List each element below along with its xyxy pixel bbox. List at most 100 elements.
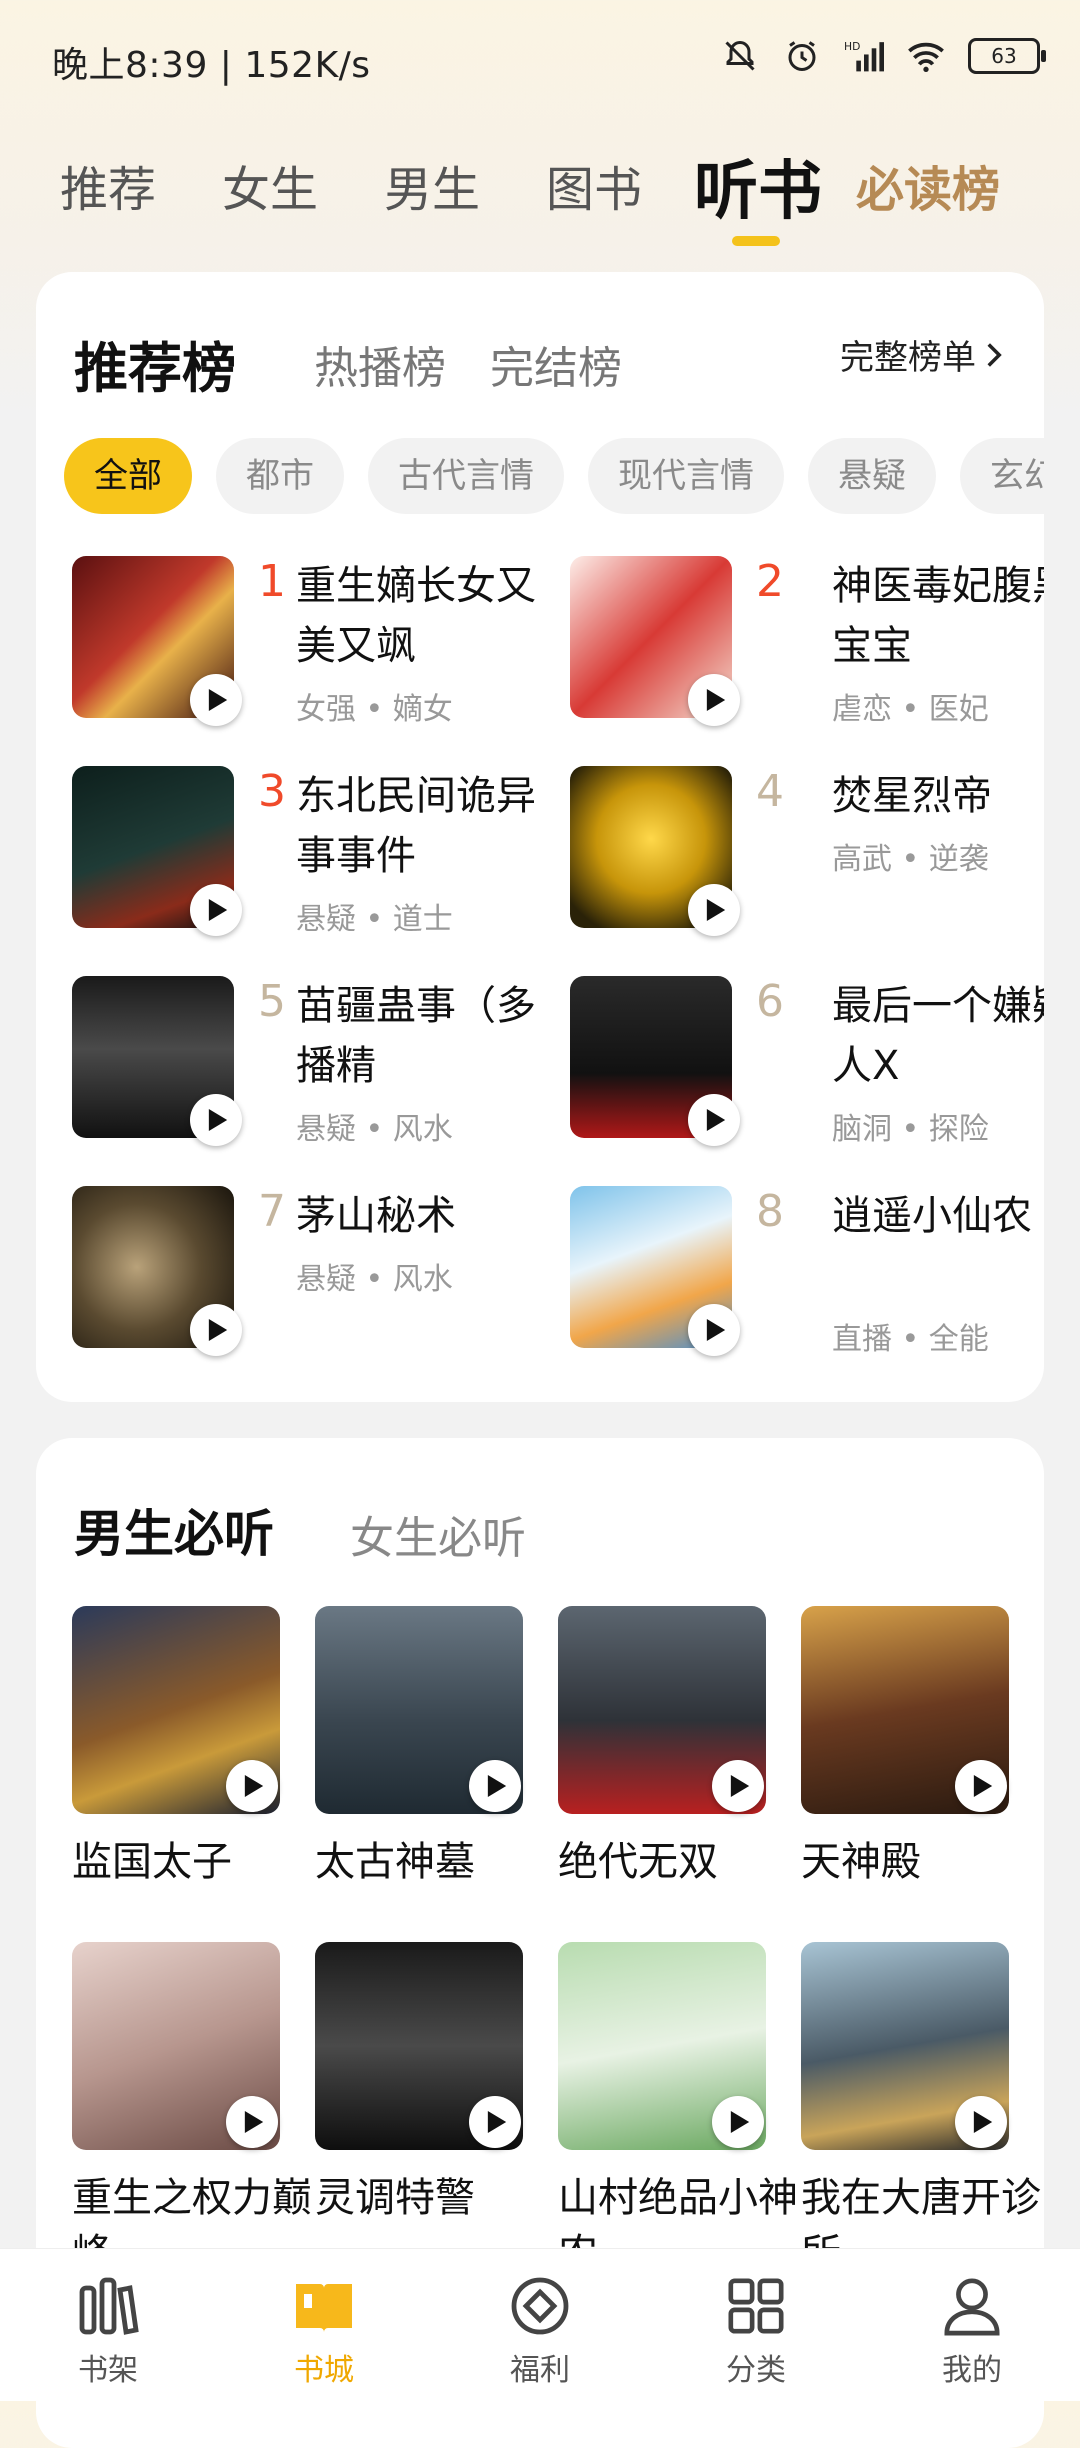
rank-item[interactable]: 1 重生嫡长女又美又飒 女强 • 嫡女 <box>72 556 552 727</box>
play-icon[interactable] <box>226 1760 278 1812</box>
tab-recommend-rank[interactable]: 推荐榜 <box>74 324 236 403</box>
active-tab-indicator <box>732 236 780 246</box>
book-title: 灵调特警 <box>315 2175 475 2221</box>
tab-audiobooks[interactable]: 听书 <box>694 140 822 232</box>
play-icon[interactable] <box>688 1094 740 1146</box>
nav-bookshelf[interactable]: 书架 <box>48 2271 168 2389</box>
play-icon[interactable] <box>469 2096 521 2148</box>
chip-mystery[interactable]: 悬疑 <box>808 438 936 514</box>
play-icon[interactable] <box>955 1760 1007 1812</box>
genre-chips: 全部 都市 古代言情 现代言情 悬疑 玄幻 <box>64 438 1044 514</box>
book-title: 苗疆蛊事（多播精 <box>296 983 536 1089</box>
chip-urban[interactable]: 都市 <box>216 438 344 514</box>
book-title: 东北民间诡异事事件 <box>296 773 536 879</box>
play-icon[interactable] <box>688 674 740 726</box>
bookshelf-icon <box>73 2271 143 2341</box>
tab-hot-rank[interactable]: 热播榜 <box>314 332 446 396</box>
status-icons: HD 63 <box>720 36 1046 76</box>
battery-level: 63 <box>991 44 1017 68</box>
rank-item[interactable]: 4 焚星烈帝 高武 • 逆袭 <box>570 766 1044 936</box>
must-listen-tabs: 男生必听 女生必听 <box>74 1494 974 1574</box>
tab-recommend[interactable]: 推荐 <box>60 150 156 220</box>
rank-item[interactable]: 2 神医毒妃腹黑宝宝 虐恋 • 医妃 <box>570 556 1044 727</box>
book-title: 绝代无双 <box>558 1839 718 1885</box>
rank-item[interactable]: 3 东北民间诡异事事件 悬疑 • 道士 <box>72 766 552 937</box>
full-list-label: 完整榜单 <box>840 338 976 378</box>
book-title: 最后一个嫌疑人X <box>832 983 1044 1089</box>
nav-bookstore[interactable]: 书城 <box>264 2271 384 2389</box>
rank-number: 2 <box>756 556 784 607</box>
top-category-tabs: 推荐 女生 男生 图书 听书 必读榜 <box>0 140 1080 250</box>
tab-male-must-listen[interactable]: 男生必听 <box>74 1494 274 1566</box>
signal-icon: HD <box>844 36 884 76</box>
play-icon[interactable] <box>226 2096 278 2148</box>
rank-item[interactable]: 6 最后一个嫌疑人X 脑洞 • 探险 <box>570 976 1044 1147</box>
rank-number: 3 <box>258 766 286 817</box>
book-tags: 脑洞 • 探险 <box>832 1112 989 1147</box>
nav-label: 书城 <box>294 2353 354 2388</box>
chip-ancient-romance[interactable]: 古代言情 <box>368 438 564 514</box>
status-bar: 晚上8:39 | 152K/s HD 63 <box>0 0 1080 120</box>
book-title: 茅山秘术 <box>296 1193 456 1239</box>
bottom-navigation: 书架 书城 福利 分类 我的 <box>0 2248 1080 2401</box>
nav-label: 我的 <box>942 2353 1002 2388</box>
tab-finished-rank[interactable]: 完结榜 <box>490 332 622 396</box>
rank-number: 1 <box>258 556 286 607</box>
book-tags: 直播 • 全能 <box>832 1322 989 1357</box>
chip-fantasy[interactable]: 玄幻 <box>960 438 1044 514</box>
book-title: 重生嫡长女又美又飒 <box>296 563 536 669</box>
bookstore-icon <box>289 2271 359 2341</box>
rank-item[interactable]: 7 茅山秘术 悬疑 • 风水 <box>72 1186 552 1356</box>
book-tags: 女强 • 嫡女 <box>296 692 453 727</box>
chip-all[interactable]: 全部 <box>64 438 192 514</box>
rank-item[interactable]: 8 逍遥小仙农 直播 • 全能 <box>570 1186 1044 1357</box>
rank-number: 8 <box>756 1186 784 1237</box>
ranking-card: 推荐榜 热播榜 完结榜 完整榜单 全部 都市 古代言情 现代言情 悬疑 玄幻 1 重生嫡长… <box>36 272 1044 1402</box>
user-icon <box>937 2271 1007 2341</box>
grid-icon <box>721 2271 791 2341</box>
play-icon[interactable] <box>190 1304 242 1356</box>
play-icon[interactable] <box>190 1094 242 1146</box>
nav-categories[interactable]: 分类 <box>696 2271 816 2389</box>
book-tags: 虐恋 • 医妃 <box>832 692 989 727</box>
status-time: 晚上8:39 | 152K/s <box>52 45 371 86</box>
nav-welfare[interactable]: 福利 <box>480 2271 600 2389</box>
book-title: 天神殿 <box>801 1839 921 1885</box>
book-title: 逍遥小仙农 <box>832 1193 1032 1239</box>
wifi-icon <box>906 36 946 76</box>
play-icon[interactable] <box>190 674 242 726</box>
tab-books[interactable]: 图书 <box>546 150 642 220</box>
tab-female[interactable]: 女生 <box>222 150 318 220</box>
book-tags: 悬疑 • 风水 <box>296 1262 453 1297</box>
play-icon[interactable] <box>469 1760 521 1812</box>
tab-male[interactable]: 男生 <box>384 150 480 220</box>
play-icon[interactable] <box>955 2096 1007 2148</box>
play-icon[interactable] <box>190 884 242 936</box>
nav-label: 分类 <box>726 2353 786 2388</box>
book-tags: 悬疑 • 道士 <box>296 902 453 937</box>
chevron-right-icon <box>987 342 1002 367</box>
book-tags: 高武 • 逆袭 <box>832 842 989 877</box>
rank-number: 7 <box>258 1186 286 1237</box>
book-title: 焚星烈帝 <box>832 773 992 819</box>
tab-must-read-rank[interactable]: 必读榜 <box>856 150 1000 220</box>
rank-number: 4 <box>756 766 784 817</box>
book-title: 神医毒妃腹黑宝宝 <box>832 563 1044 669</box>
play-icon[interactable] <box>712 2096 764 2148</box>
svg-text:HD: HD <box>844 40 860 53</box>
alarm-icon <box>782 36 822 76</box>
nav-profile[interactable]: 我的 <box>912 2271 1032 2389</box>
book-title: 监国太子 <box>72 1839 232 1885</box>
play-icon[interactable] <box>688 884 740 936</box>
tab-female-must-listen[interactable]: 女生必听 <box>350 1502 526 1566</box>
book-title: 太古神墓 <box>315 1839 475 1885</box>
play-icon[interactable] <box>712 1760 764 1812</box>
chip-modern-romance[interactable]: 现代言情 <box>588 438 784 514</box>
nav-label: 书架 <box>78 2353 138 2388</box>
welfare-icon <box>505 2271 575 2341</box>
full-list-link[interactable]: 完整榜单 <box>840 330 1004 379</box>
rank-number: 6 <box>756 976 784 1027</box>
play-icon[interactable] <box>688 1304 740 1356</box>
rank-item[interactable]: 5 苗疆蛊事（多播精 悬疑 • 风水 <box>72 976 552 1147</box>
book-tags: 悬疑 • 风水 <box>296 1112 453 1147</box>
